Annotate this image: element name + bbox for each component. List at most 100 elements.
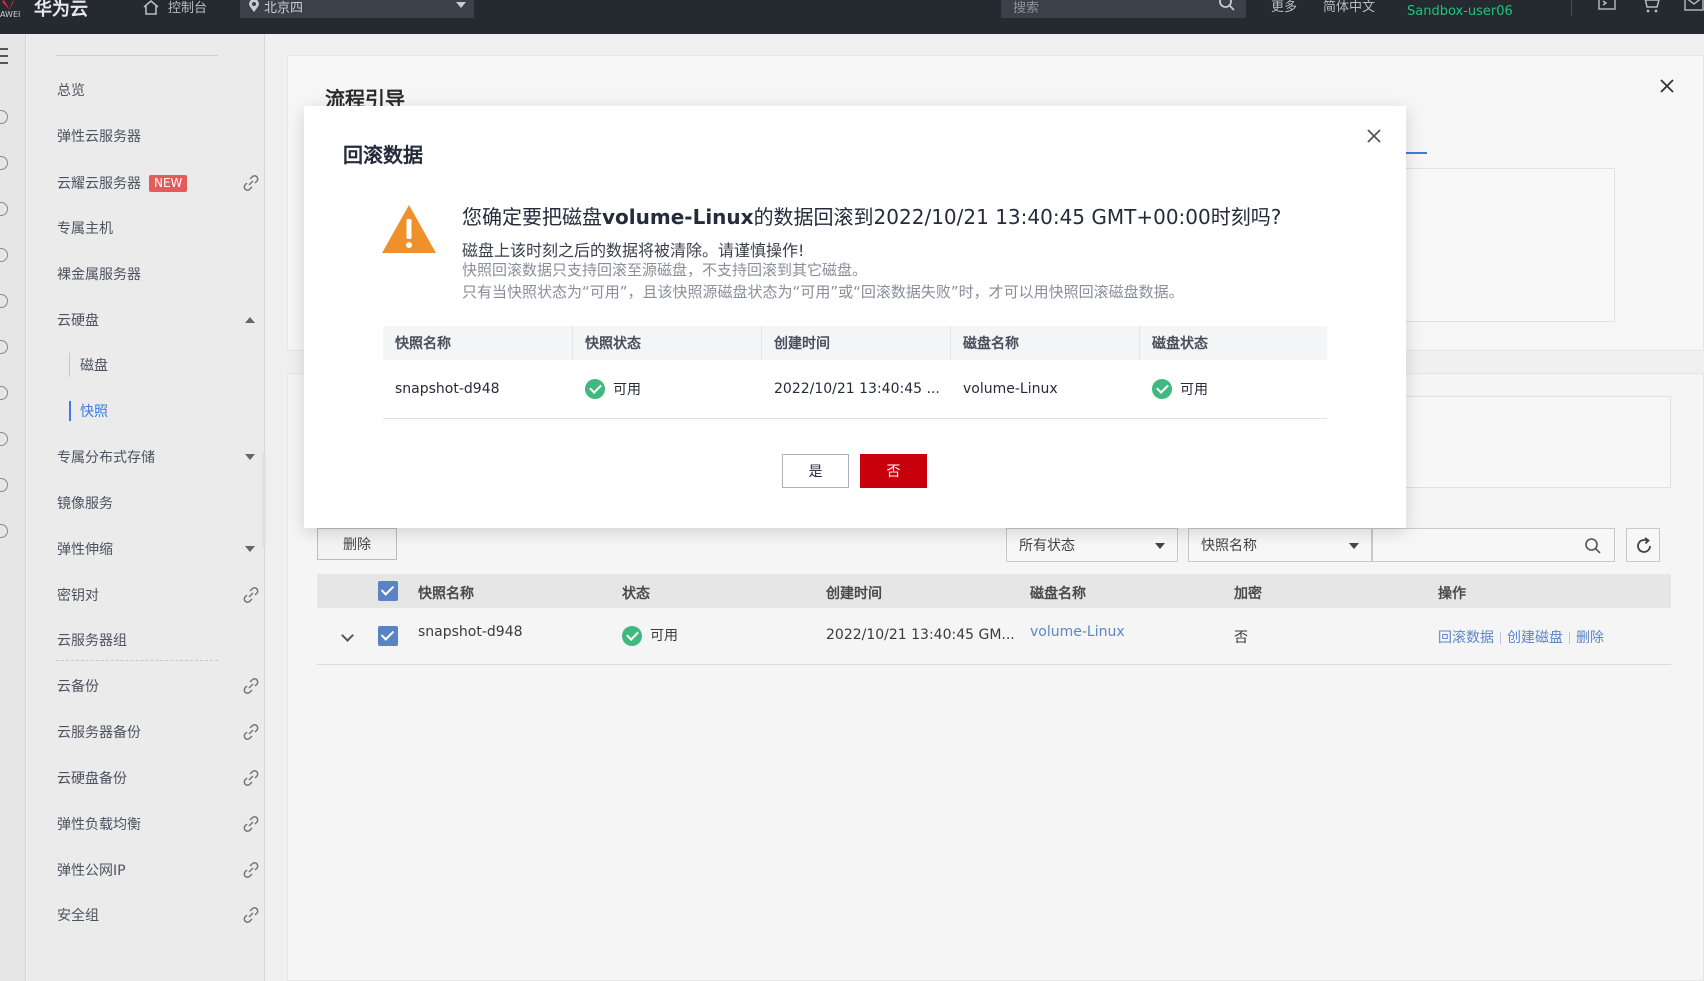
snapshot-name[interactable]: snapshot-d948 bbox=[418, 624, 523, 640]
sidebar-item-keypair[interactable]: 密钥对 bbox=[57, 584, 259, 606]
external-link-icon bbox=[243, 175, 259, 191]
sidebar-item-security-group[interactable]: 安全组 bbox=[57, 904, 259, 926]
rollback-data-dialog: 回滚数据 您确定要把磁盘volume-Linux的数据回滚到2022/10/21… bbox=[304, 106, 1406, 528]
terminal-icon[interactable] bbox=[1598, 0, 1616, 12]
delete-button[interactable]: 删除 bbox=[317, 528, 397, 560]
console-link[interactable]: 控制台 bbox=[142, 0, 207, 16]
hamburger-menu-icon[interactable] bbox=[0, 48, 8, 69]
disk-name: volume-Linux bbox=[963, 381, 1058, 397]
status-ok-icon bbox=[1152, 379, 1172, 399]
sidebar-item-ecs[interactable]: 弹性云服务器 bbox=[57, 125, 247, 147]
external-link-icon bbox=[243, 907, 259, 923]
row-actions: 回滚数据 创建磁盘 删除 bbox=[1438, 627, 1604, 647]
guide-tab-indicator bbox=[1405, 152, 1427, 154]
snapshot-table-header: 快照名称 状态 创建时间 磁盘名称 加密 操作 bbox=[317, 574, 1671, 608]
rail-service-icon[interactable] bbox=[0, 432, 8, 446]
column-header[interactable]: 状态 bbox=[622, 583, 650, 603]
sidebar-item-server-group[interactable]: 云服务器组 bbox=[57, 629, 247, 651]
sidebar-item-label: 弹性伸缩 bbox=[57, 542, 113, 558]
sidebar-item-evs[interactable]: 云硬盘 bbox=[57, 309, 255, 331]
external-link-icon bbox=[243, 862, 259, 878]
rail-service-icon[interactable] bbox=[0, 478, 8, 492]
delete-link[interactable]: 删除 bbox=[1576, 630, 1604, 646]
sidebar-item-label: 快照 bbox=[80, 404, 108, 420]
column-header[interactable]: 加密 bbox=[1234, 583, 1262, 603]
sidebar-item-label: 磁盘 bbox=[80, 358, 108, 374]
rail-service-icon[interactable] bbox=[0, 294, 8, 308]
sidebar-item-elb[interactable]: 弹性负载均衡 bbox=[57, 813, 259, 835]
sidebar-item-label: 弹性云服务器 bbox=[57, 129, 141, 145]
rail-service-icon[interactable] bbox=[0, 386, 8, 400]
search-icon[interactable] bbox=[1218, 0, 1236, 12]
home-icon bbox=[143, 0, 159, 15]
chevron-up-icon bbox=[245, 317, 255, 323]
rollback-data-link[interactable]: 回滚数据 bbox=[1438, 630, 1494, 646]
confirm-no-button[interactable]: 否 bbox=[860, 454, 927, 488]
active-indicator bbox=[69, 401, 71, 421]
close-icon[interactable] bbox=[1366, 128, 1382, 144]
search-icon[interactable] bbox=[1584, 537, 1602, 555]
status-text: 可用 bbox=[650, 628, 678, 644]
rail-service-icon[interactable] bbox=[0, 340, 8, 354]
create-disk-link[interactable]: 创建磁盘 bbox=[1507, 630, 1563, 646]
region-selector[interactable]: 北京四 bbox=[240, 0, 474, 18]
column-header[interactable]: 操作 bbox=[1438, 583, 1466, 603]
rail-service-icon[interactable] bbox=[0, 248, 8, 262]
rollback-confirmation-question: 您确定要把磁盘volume-Linux的数据回滚到2022/10/21 13:4… bbox=[462, 201, 1281, 230]
rail-service-icon[interactable] bbox=[0, 524, 8, 538]
sidebar-item-as[interactable]: 弹性伸缩 bbox=[57, 538, 255, 560]
sidebar-item-label: 密钥对 bbox=[57, 588, 99, 604]
column-header[interactable]: 快照名称 bbox=[418, 583, 474, 603]
more-menu[interactable]: 更多 bbox=[1271, 0, 1297, 15]
chevron-down-icon bbox=[245, 454, 255, 460]
sidebar-item-label: 专属主机 bbox=[57, 221, 113, 237]
close-icon[interactable] bbox=[1659, 78, 1675, 94]
sidebar-item-label: 云服务器组 bbox=[57, 633, 127, 649]
snapshot-search-input[interactable] bbox=[1372, 528, 1615, 562]
column-header[interactable]: 创建时间 bbox=[826, 583, 882, 603]
status-ok-icon bbox=[622, 626, 642, 646]
sidebar-item-dedicated-host[interactable]: 专属主机 bbox=[57, 217, 247, 239]
sidebar-item-cbr[interactable]: 云备份 bbox=[57, 675, 259, 697]
rail-service-icon[interactable] bbox=[0, 110, 8, 124]
global-search-input[interactable]: 搜索 bbox=[1001, 0, 1246, 18]
column-header[interactable]: 磁盘名称 bbox=[1030, 583, 1086, 603]
sidebar-item-label: 裸金属服务器 bbox=[57, 267, 141, 283]
sidebar-item-label: 安全组 bbox=[57, 908, 99, 924]
location-pin-icon bbox=[249, 0, 259, 12]
sidebar-item-disk-backup[interactable]: 云硬盘备份 bbox=[57, 767, 259, 789]
sidebar-item-eip[interactable]: 弹性公网IP bbox=[57, 859, 259, 881]
snapshot-status: 可用 bbox=[622, 625, 678, 646]
new-badge: NEW bbox=[149, 174, 188, 192]
sidebar-item-disks[interactable]: 磁盘 bbox=[80, 354, 270, 376]
sidebar-item-overview[interactable]: 总览 bbox=[57, 79, 247, 101]
sidebar-item-label: 专属分布式存储 bbox=[57, 450, 155, 466]
rail-service-icon[interactable] bbox=[0, 156, 8, 170]
question-suffix: 的数据回滚到2022/10/21 13:40:45 GMT+00:00时刻吗? bbox=[753, 205, 1282, 229]
sidebar-item-snapshots[interactable]: 快照 bbox=[80, 400, 270, 422]
search-field-select[interactable]: 快照名称 bbox=[1188, 528, 1372, 562]
sidebar-item-dss[interactable]: 专属分布式存储 bbox=[57, 446, 255, 468]
row-checkbox[interactable] bbox=[378, 626, 398, 646]
sidebar-item-flexus[interactable]: 云耀云服务器 NEW bbox=[57, 172, 259, 194]
submenu-guide-line bbox=[69, 353, 70, 377]
disk-name-link[interactable]: volume-Linux bbox=[1030, 624, 1125, 640]
external-link-icon bbox=[243, 678, 259, 694]
cart-icon[interactable] bbox=[1641, 0, 1661, 14]
sidebar-item-bms[interactable]: 裸金属服务器 bbox=[57, 263, 247, 285]
status-filter-select[interactable]: 所有状态 bbox=[1006, 528, 1178, 562]
chevron-down-icon bbox=[456, 2, 466, 8]
chevron-down-icon bbox=[1155, 543, 1165, 549]
rail-service-icon[interactable] bbox=[0, 202, 8, 216]
sidebar-item-label: 弹性公网IP bbox=[57, 863, 126, 879]
select-all-checkbox[interactable] bbox=[378, 581, 398, 601]
brand-name[interactable]: 华为云 bbox=[34, 0, 88, 21]
language-selector[interactable]: 简体中文 bbox=[1323, 0, 1375, 15]
confirm-yes-button[interactable]: 是 bbox=[782, 454, 849, 488]
mail-icon[interactable] bbox=[1684, 0, 1704, 12]
user-account-name[interactable]: Sandbox-user06 bbox=[1407, 4, 1513, 19]
sidebar-item-ims[interactable]: 镜像服务 bbox=[57, 492, 247, 514]
info-text: 只有当快照状态为“可用”，且该快照源磁盘状态为“可用”或“回滚数据失败”时，才可… bbox=[462, 283, 1184, 301]
sidebar-item-server-backup[interactable]: 云服务器备份 bbox=[57, 721, 259, 743]
refresh-button[interactable] bbox=[1626, 528, 1660, 562]
